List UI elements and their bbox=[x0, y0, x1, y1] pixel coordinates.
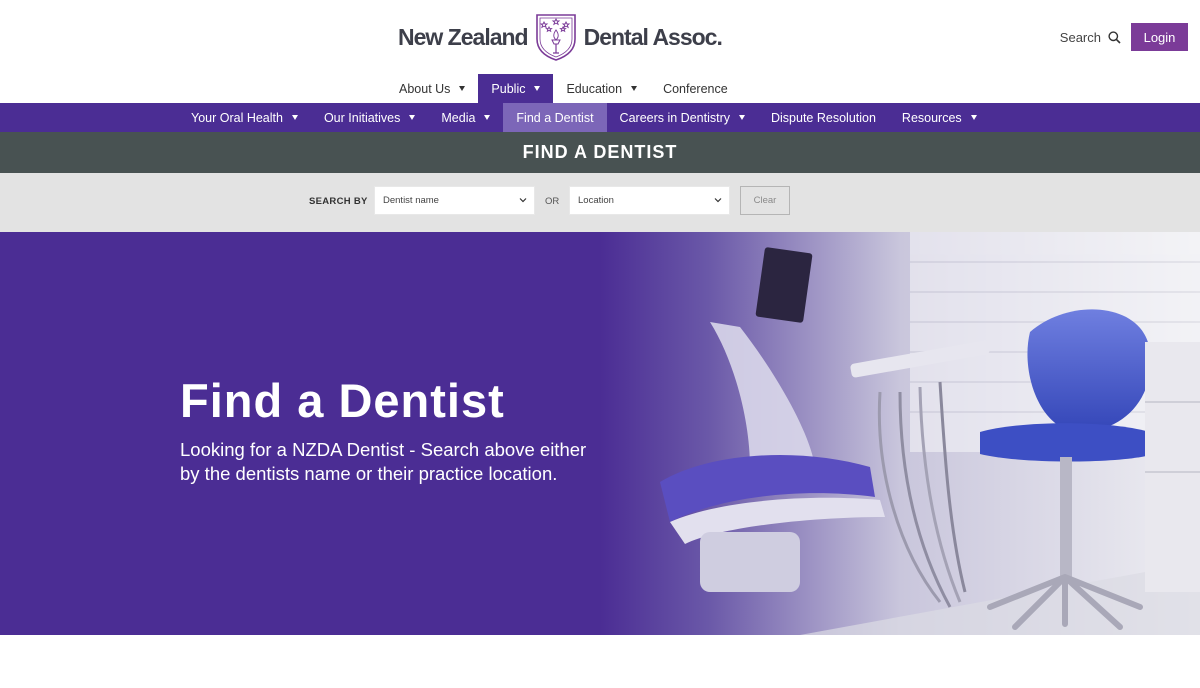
secondary-nav-label: Find a Dentist bbox=[516, 110, 594, 125]
hero-banner: Find a Dentist Looking for a NZDA Dentis… bbox=[0, 232, 1200, 635]
dentist-search-bar: SEARCH BY Dentist name OR Location Clear bbox=[0, 173, 1200, 233]
dentist-name-select-value: Dentist name bbox=[383, 195, 439, 206]
logo-text-right: Dental Assoc. bbox=[583, 23, 723, 50]
search-by-label: SEARCH BY bbox=[309, 196, 368, 207]
header-search-link[interactable]: Search bbox=[1060, 30, 1121, 45]
primary-nav-conference[interactable]: Conference bbox=[650, 74, 741, 103]
secondary-nav-find-a-dentist[interactable]: Find a Dentist bbox=[503, 103, 607, 132]
primary-nav-label: About Us bbox=[399, 81, 451, 96]
secondary-nav-resources[interactable]: Resources bbox=[889, 103, 990, 132]
caret-down-icon bbox=[484, 115, 491, 120]
primary-nav: About Us Public Education Conference bbox=[386, 74, 741, 103]
caret-down-icon bbox=[739, 115, 745, 120]
search-icon bbox=[1108, 30, 1121, 44]
location-select[interactable]: Location bbox=[569, 186, 730, 215]
secondary-nav-dispute-resolution[interactable]: Dispute Resolution bbox=[758, 103, 889, 132]
secondary-nav: Your Oral Health Our Initiatives Media F… bbox=[0, 103, 1200, 132]
dentist-name-select[interactable]: Dentist name bbox=[374, 186, 535, 215]
utility-bar: Search Login bbox=[1060, 23, 1188, 51]
secondary-nav-label: Our Initiatives bbox=[323, 110, 401, 125]
hero-description: Looking for a NZDA Dentist - Search abov… bbox=[180, 439, 587, 484]
caret-down-icon bbox=[291, 115, 298, 120]
clear-button[interactable]: Clear bbox=[740, 186, 790, 215]
primary-nav-label: Public bbox=[491, 81, 526, 96]
site-logo[interactable]: New Zealand Dental Assoc. bbox=[398, 12, 723, 62]
chevron-down-icon bbox=[714, 198, 722, 203]
caret-down-icon bbox=[459, 86, 466, 91]
caret-down-icon bbox=[970, 115, 977, 120]
caret-down-icon bbox=[534, 86, 541, 91]
caret-down-icon bbox=[409, 115, 416, 120]
site-header: New Zealand Dental Assoc. Search Login bbox=[0, 0, 1200, 74]
caret-down-icon bbox=[631, 86, 638, 91]
page-title-bar: FIND A DENTIST bbox=[0, 132, 1200, 173]
primary-nav-label: Conference bbox=[663, 81, 728, 96]
secondary-nav-our-initiatives[interactable]: Our Initiatives bbox=[311, 103, 428, 132]
or-label: OR bbox=[545, 196, 560, 207]
secondary-nav-label: Dispute Resolution bbox=[771, 110, 876, 125]
primary-nav-education[interactable]: Education bbox=[553, 74, 650, 103]
login-button[interactable]: Login bbox=[1131, 23, 1188, 51]
secondary-nav-label: Your Oral Health bbox=[191, 110, 283, 125]
secondary-nav-label: Media bbox=[441, 110, 476, 125]
secondary-nav-label: Careers in Dentistry bbox=[619, 110, 730, 125]
secondary-nav-careers-in-dentistry[interactable]: Careers in Dentistry bbox=[607, 103, 758, 132]
dental-chair-image bbox=[600, 232, 1200, 635]
header-search-label: Search bbox=[1059, 29, 1101, 45]
hero-title: Find a Dentist bbox=[180, 374, 505, 427]
secondary-nav-media[interactable]: Media bbox=[428, 103, 503, 132]
secondary-nav-your-oral-health[interactable]: Your Oral Health bbox=[178, 103, 311, 132]
primary-nav-public[interactable]: Public bbox=[478, 74, 554, 103]
chevron-down-icon bbox=[519, 198, 527, 203]
location-select-value: Location bbox=[578, 195, 614, 206]
logo-text-left: New Zealand bbox=[398, 23, 529, 50]
page-title: FIND A DENTIST bbox=[522, 142, 678, 162]
secondary-nav-label: Resources bbox=[901, 110, 962, 125]
primary-nav-about-us[interactable]: About Us bbox=[386, 74, 478, 103]
primary-nav-label: Education bbox=[566, 81, 623, 96]
crest-icon bbox=[535, 14, 576, 61]
